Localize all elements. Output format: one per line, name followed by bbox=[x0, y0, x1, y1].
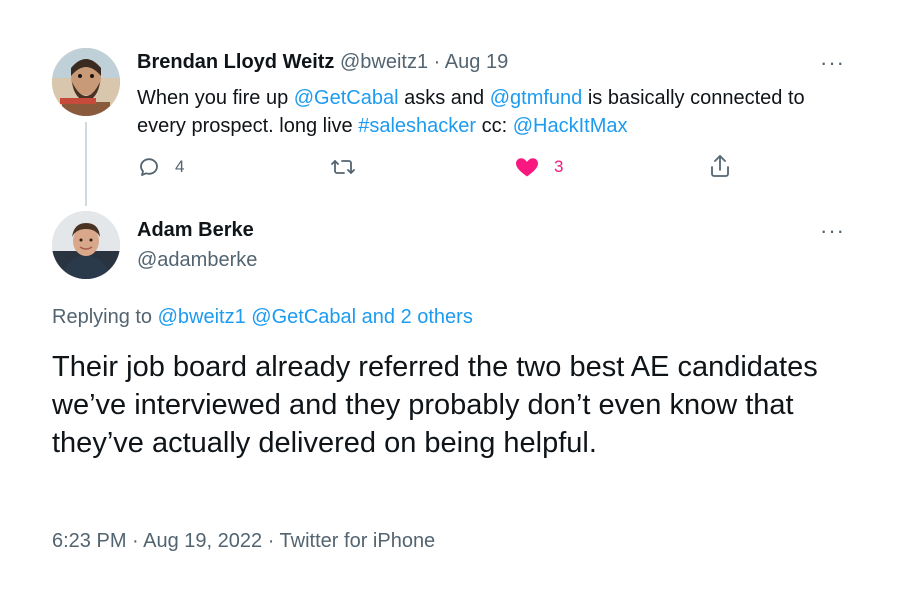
mention-hackitmax[interactable]: @HackItMax bbox=[513, 115, 628, 137]
like-action[interactable]: 3 bbox=[514, 155, 563, 179]
share-action[interactable] bbox=[708, 153, 746, 179]
thread-line bbox=[85, 122, 87, 206]
retweet-icon bbox=[331, 160, 355, 174]
reply-tweet-text: Their job board already referred the two… bbox=[52, 351, 818, 459]
mention-gtmfund[interactable]: @gtmfund bbox=[490, 87, 583, 109]
header-separator: · bbox=[433, 51, 441, 73]
text-segment: When you fire up bbox=[137, 87, 294, 109]
replying-to-line: Replying to @bweitz1 @GetCabal and 2 oth… bbox=[52, 306, 473, 329]
tweet-timestamp[interactable]: 6:23 PM · Aug 19, 2022 · Twitter for iPh… bbox=[52, 530, 435, 553]
reply-icon bbox=[140, 158, 158, 176]
text-segment: cc: bbox=[476, 115, 513, 137]
reply-author-name[interactable]: Adam Berke bbox=[137, 219, 254, 242]
replying-to-users[interactable]: @bweitz1 @GetCabal and 2 others bbox=[158, 306, 473, 328]
brendan-avatar[interactable] bbox=[52, 48, 120, 116]
retweet-action[interactable] bbox=[330, 155, 370, 179]
reply-more-icon[interactable]: ··· bbox=[820, 220, 845, 242]
parent-more-icon[interactable]: ··· bbox=[820, 52, 845, 74]
hashtag-saleshacker[interactable]: #saleshacker bbox=[358, 115, 476, 137]
parent-author-handle[interactable]: @bweitz1 bbox=[340, 51, 428, 73]
text-segment: asks and bbox=[398, 87, 490, 109]
reply-author-handle[interactable]: @adamberke bbox=[137, 249, 257, 272]
adam-avatar[interactable] bbox=[52, 211, 120, 279]
parent-tweet-header: Brendan Lloyd Weitz @bweitz1 · Aug 19 bbox=[137, 51, 508, 74]
reply-count: 4 bbox=[175, 157, 185, 176]
mention-getcabal[interactable]: @GetCabal bbox=[294, 87, 399, 109]
reply-action[interactable]: 4 bbox=[137, 155, 184, 179]
avatar-illustration bbox=[52, 48, 120, 116]
parent-tweet-date[interactable]: Aug 19 bbox=[445, 51, 508, 73]
parent-tweet-text: When you fire up @GetCabal asks and @gtm… bbox=[137, 84, 857, 140]
like-count: 3 bbox=[554, 157, 564, 176]
heart-icon bbox=[516, 158, 538, 177]
replying-to-prefix: Replying to bbox=[52, 306, 158, 328]
avatar-photo bbox=[52, 211, 120, 279]
share-icon bbox=[711, 155, 729, 177]
parent-author-name[interactable]: Brendan Lloyd Weitz bbox=[137, 51, 334, 73]
